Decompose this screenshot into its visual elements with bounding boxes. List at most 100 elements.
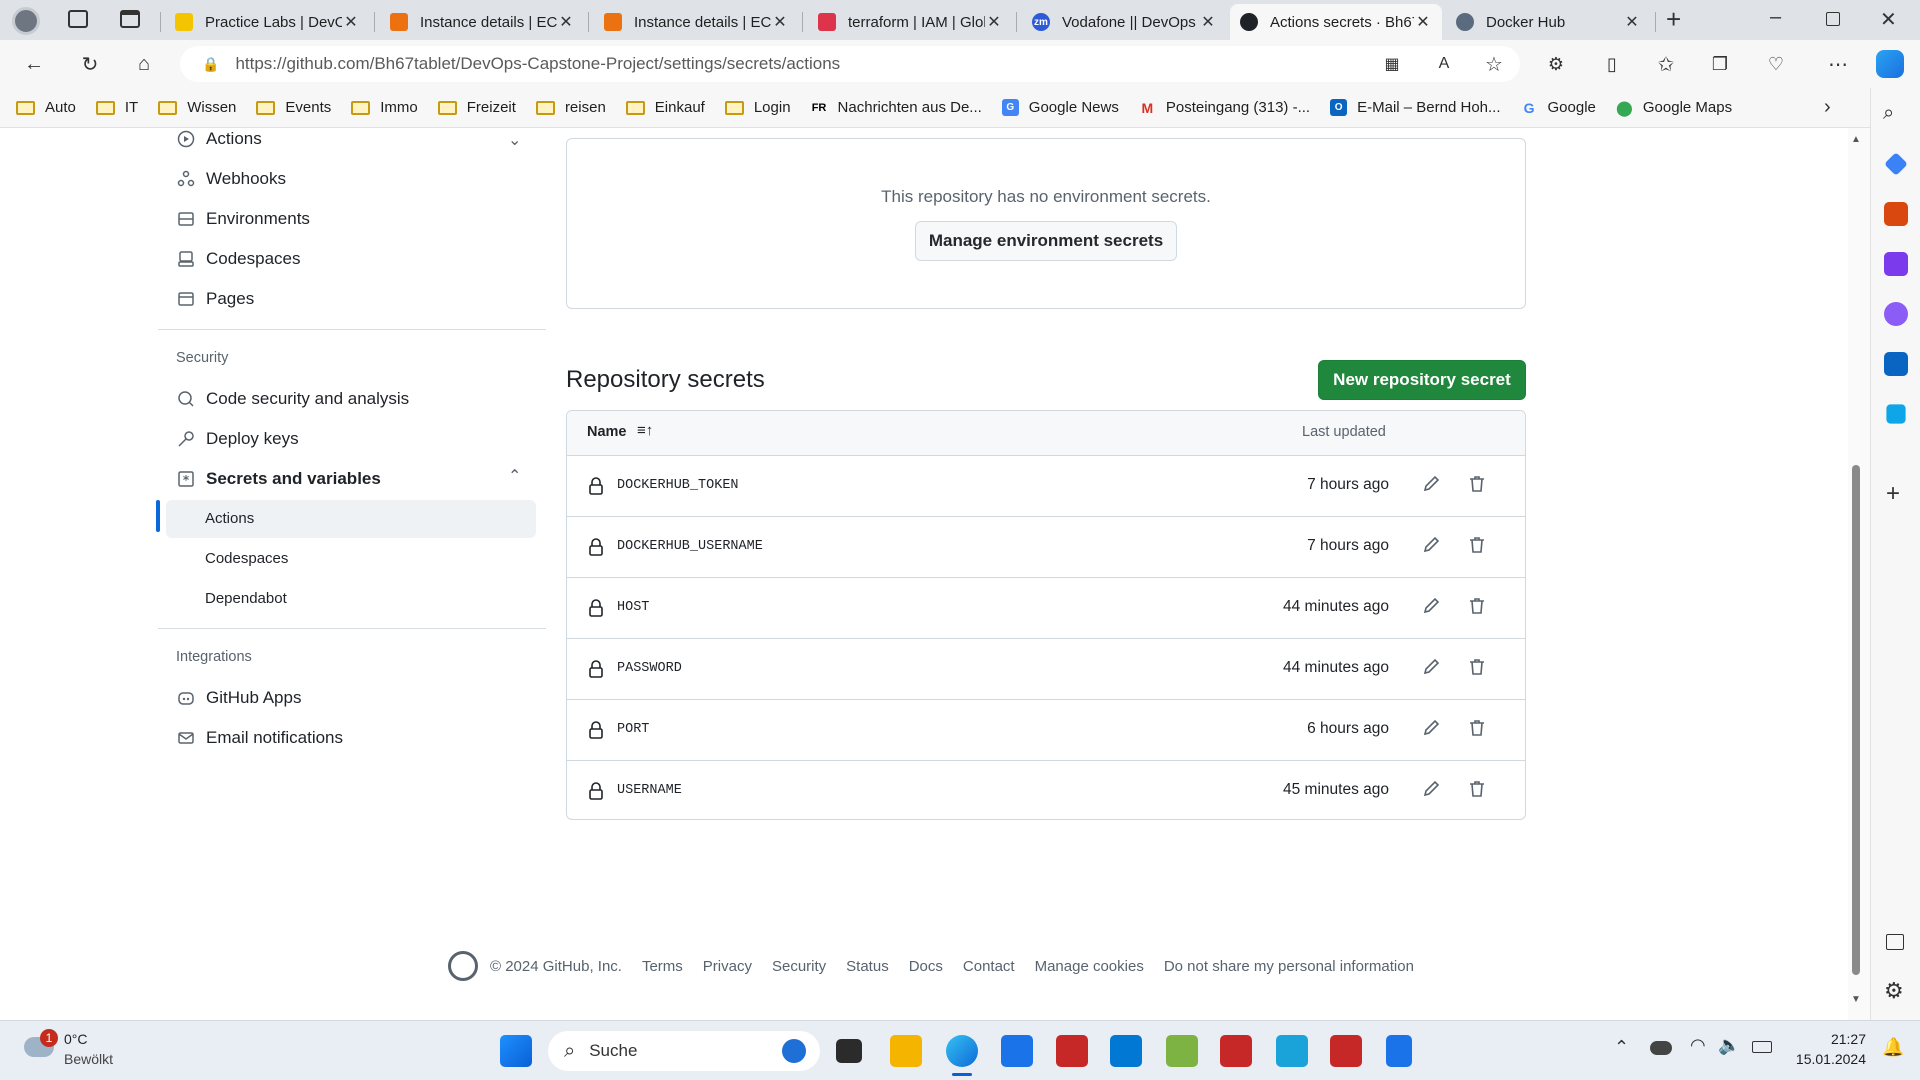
browser-tab[interactable]: Docker Hub ✕ bbox=[1446, 4, 1651, 40]
footer-link-manage-cookies[interactable]: Manage cookies bbox=[1035, 958, 1144, 975]
pencil-icon[interactable] bbox=[1421, 657, 1441, 682]
sidebar-item-deploy-keys[interactable]: Deploy keys bbox=[176, 429, 299, 449]
bookmark-folder[interactable]: reisen bbox=[535, 99, 606, 116]
bookmark-link[interactable]: FR Nachrichten aus De... bbox=[811, 99, 982, 116]
scrollbar-thumb[interactable] bbox=[1852, 465, 1860, 975]
footer-link-terms[interactable]: Terms bbox=[642, 958, 683, 975]
task-view-icon[interactable] bbox=[836, 1039, 862, 1063]
bookmark-folder[interactable]: Wissen bbox=[158, 99, 236, 116]
favorites-icon[interactable]: ✩ bbox=[1650, 48, 1682, 80]
sidebar-subitem-actions[interactable]: Actions bbox=[205, 510, 254, 527]
reload-button[interactable]: ↻ bbox=[74, 48, 106, 80]
back-button[interactable]: ← bbox=[18, 48, 50, 80]
bookmark-link[interactable]: G Google bbox=[1521, 99, 1596, 116]
sidebar-item-secrets-and-variables[interactable]: * Secrets and variables bbox=[176, 469, 381, 489]
sidebar-subitem-codespaces[interactable]: Codespaces bbox=[205, 550, 288, 567]
edge-browser-icon[interactable] bbox=[946, 1035, 978, 1067]
bookmark-folder[interactable]: Login bbox=[724, 99, 791, 116]
toolbox-icon[interactable] bbox=[1056, 1035, 1088, 1067]
browser-tab[interactable]: Instance details | EC2 ✕ bbox=[380, 4, 585, 40]
shopping-icon[interactable] bbox=[1884, 152, 1908, 176]
footer-link-docs[interactable]: Docs bbox=[909, 958, 943, 975]
browser-tab[interactable]: terraform | IAM | Global ✕ bbox=[808, 4, 1013, 40]
footer-link-do-not-share[interactable]: Do not share my personal information bbox=[1164, 958, 1414, 975]
bookmark-folder[interactable]: Immo bbox=[351, 99, 418, 116]
workspaces-icon[interactable] bbox=[68, 10, 88, 28]
notepad-icon[interactable] bbox=[1386, 1035, 1412, 1067]
close-tab-icon[interactable]: ✕ bbox=[1414, 12, 1432, 32]
sidebar-item-codespaces[interactable]: Codespaces bbox=[176, 249, 301, 269]
sidebar-subitem-dependabot[interactable]: Dependabot bbox=[205, 590, 287, 607]
battery-icon[interactable] bbox=[1752, 1041, 1772, 1053]
restore-button[interactable] bbox=[1826, 12, 1840, 26]
app-available-icon[interactable]: ▦ bbox=[1376, 48, 1408, 80]
onedrive-icon[interactable] bbox=[1650, 1041, 1672, 1055]
weather-temp[interactable]: 0°C bbox=[64, 1031, 88, 1047]
chevron-right-icon[interactable]: › bbox=[1824, 96, 1831, 119]
trash-icon[interactable] bbox=[1467, 596, 1487, 621]
sidebar-item-code-security[interactable]: Code security and analysis bbox=[176, 389, 409, 409]
sidebar-item-pages[interactable]: Pages bbox=[176, 289, 254, 309]
footer-link-privacy[interactable]: Privacy bbox=[703, 958, 752, 975]
sidebar-item-email-notifications[interactable]: Email notifications bbox=[176, 728, 343, 748]
browser-tab[interactable]: zm Vodafone || DevOps ✕ bbox=[1022, 4, 1227, 40]
close-tab-icon[interactable]: ✕ bbox=[342, 12, 360, 32]
clock-time[interactable]: 21:27 bbox=[1794, 1031, 1866, 1047]
mail-app-icon[interactable] bbox=[1110, 1035, 1142, 1067]
notepad-plus-icon[interactable] bbox=[1166, 1035, 1198, 1067]
scroll-down-arrow-icon[interactable]: ▼ bbox=[1851, 994, 1861, 1005]
pencil-icon[interactable] bbox=[1421, 718, 1441, 743]
footer-link-security[interactable]: Security bbox=[772, 958, 826, 975]
trash-icon[interactable] bbox=[1467, 535, 1487, 560]
github-logo-icon[interactable] bbox=[448, 951, 478, 981]
clock-date[interactable]: 15.01.2024 bbox=[1786, 1051, 1866, 1067]
trash-icon[interactable] bbox=[1467, 657, 1487, 682]
new-tab-button[interactable]: + bbox=[1666, 4, 1681, 35]
close-tab-icon[interactable]: ✕ bbox=[557, 12, 575, 32]
wifi-icon[interactable]: ◠ bbox=[1690, 1035, 1706, 1056]
minimize-button[interactable]: – bbox=[1770, 6, 1781, 29]
trash-icon[interactable] bbox=[1467, 779, 1487, 804]
sidebar-item-actions[interactable]: Actions bbox=[176, 129, 262, 149]
chevron-up-icon[interactable]: ⌃ bbox=[508, 466, 521, 486]
file-explorer-icon[interactable] bbox=[890, 1035, 922, 1067]
pencil-icon[interactable] bbox=[1421, 596, 1441, 621]
browser-tab[interactable]: Instance details | EC2 ✕ bbox=[594, 4, 799, 40]
bookmark-link[interactable]: M Posteingang (313) -... bbox=[1139, 99, 1311, 116]
sidebar-toggle-icon[interactable] bbox=[1886, 934, 1904, 950]
footer-link-status[interactable]: Status bbox=[846, 958, 889, 975]
drop-icon[interactable] bbox=[1886, 404, 1906, 424]
extensions-icon[interactable]: ⚙ bbox=[1540, 48, 1572, 80]
powershell-icon[interactable] bbox=[1276, 1035, 1308, 1067]
home-button[interactable]: ⌂ bbox=[128, 48, 160, 80]
copilot-icon[interactable] bbox=[1876, 50, 1904, 78]
settings-icon[interactable]: ⚙ bbox=[1884, 978, 1904, 1004]
browser-essentials-icon[interactable]: ♡ bbox=[1760, 48, 1792, 80]
windows-start-icon[interactable] bbox=[500, 1035, 532, 1067]
bookmark-folder[interactable]: IT bbox=[95, 99, 138, 116]
toolbox-icon[interactable] bbox=[1220, 1035, 1252, 1067]
bookmark-folder[interactable]: Einkauf bbox=[625, 99, 705, 116]
close-window-button[interactable]: ✕ bbox=[1880, 7, 1897, 32]
profile-icon[interactable] bbox=[12, 7, 40, 35]
pencil-icon[interactable] bbox=[1421, 474, 1441, 499]
trash-icon[interactable] bbox=[1467, 474, 1487, 499]
bookmark-folder[interactable]: Freizeit bbox=[437, 99, 516, 116]
chevron-up-icon[interactable]: ⌃ bbox=[1614, 1037, 1629, 1058]
toolbox-icon[interactable] bbox=[1330, 1035, 1362, 1067]
trash-icon[interactable] bbox=[1467, 718, 1487, 743]
new-repository-secret-button[interactable]: New repository secret bbox=[1318, 360, 1526, 400]
bookmark-link[interactable]: G Google News bbox=[1001, 99, 1119, 116]
bookmark-folder[interactable]: Auto bbox=[16, 99, 76, 116]
store-icon[interactable] bbox=[1001, 1035, 1033, 1067]
notification-bell-icon[interactable]: 🔔 bbox=[1882, 1037, 1904, 1058]
more-menu-icon[interactable]: ⋯ bbox=[1822, 48, 1854, 80]
microsoft365-icon[interactable] bbox=[1884, 302, 1908, 326]
bookmark-link[interactable]: O E-Mail – Bernd Hoh... bbox=[1330, 99, 1501, 116]
bookmark-link[interactable]: ⬤ Google Maps bbox=[1616, 99, 1732, 117]
address-bar[interactable]: 🔒 https://github.com/Bh67tablet/DevOps-C… bbox=[180, 46, 1520, 82]
tools-icon[interactable] bbox=[1884, 202, 1908, 226]
chevron-down-icon[interactable]: ⌄ bbox=[508, 130, 521, 150]
sort-ascending-icon[interactable]: ≡↑ bbox=[637, 422, 653, 439]
read-aloud-icon[interactable]: A bbox=[1428, 48, 1460, 80]
